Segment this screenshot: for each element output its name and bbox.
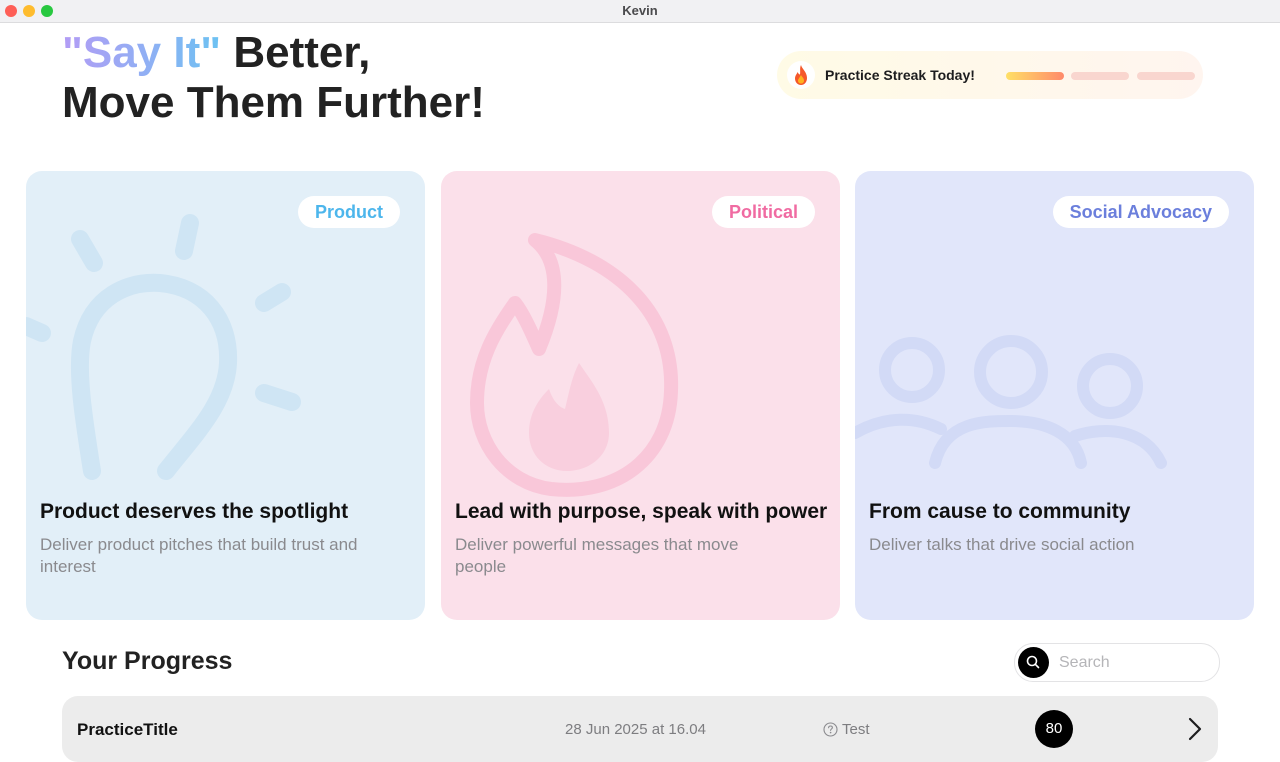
streak-segment-1 (1006, 72, 1064, 80)
category-card-product[interactable]: Product Product deserves the spotlight D… (26, 171, 425, 620)
card-subtitle: Deliver powerful messages that move peop… (455, 535, 739, 576)
search-input[interactable] (1057, 650, 1211, 676)
hero-headline: "Say It" Better, Move Them Further! (62, 28, 485, 128)
card-subtitle: Deliver product pitches that build trust… (40, 535, 358, 576)
progress-heading: Your Progress (62, 647, 233, 675)
tag-product: Product (297, 196, 400, 228)
table-row[interactable]: PracticeTitle 28 Jun 2025 at 16.04 Test … (62, 696, 1218, 762)
practice-type: Test (823, 721, 870, 738)
category-card-political[interactable]: Political Lead with purpose, speak with … (441, 171, 840, 620)
hero-line1-rest: Better, (221, 28, 371, 77)
practice-date: 28 Jun 2025 at 16.04 (565, 721, 706, 738)
search-box[interactable] (1014, 643, 1220, 682)
card-title: Lead with purpose, speak with power (455, 500, 828, 523)
streak-segment-3 (1137, 72, 1195, 80)
score-badge: 80 (1035, 710, 1073, 748)
card-title: From cause to community (869, 500, 1131, 523)
card-subtitle: Deliver talks that drive social action (869, 535, 1135, 554)
hero-line2: Move Them Further! (62, 78, 485, 127)
practice-type-label: Test (842, 721, 870, 738)
search-icon[interactable] (1018, 647, 1049, 678)
card-title: Product deserves the spotlight (40, 500, 349, 523)
category-card-social-advocacy[interactable]: Social Advocacy From cause to community … (855, 171, 1254, 620)
tag-social-advocacy: Social Advocacy (1052, 196, 1229, 228)
hero-highlight: "Say It" (62, 28, 222, 77)
practice-streak-banner: Practice Streak Today! (777, 51, 1203, 99)
fire-icon (787, 61, 815, 89)
streak-label: Practice Streak Today! (825, 67, 975, 83)
streak-segment-2 (1071, 72, 1129, 80)
window-titlebar: Kevin (0, 0, 1280, 23)
tag-political: Political (711, 196, 815, 228)
practice-title: PracticeTitle (77, 720, 178, 739)
question-circle-icon (823, 722, 838, 737)
window-title: Kevin (622, 3, 658, 18)
chevron-right-icon[interactable] (1184, 716, 1204, 742)
